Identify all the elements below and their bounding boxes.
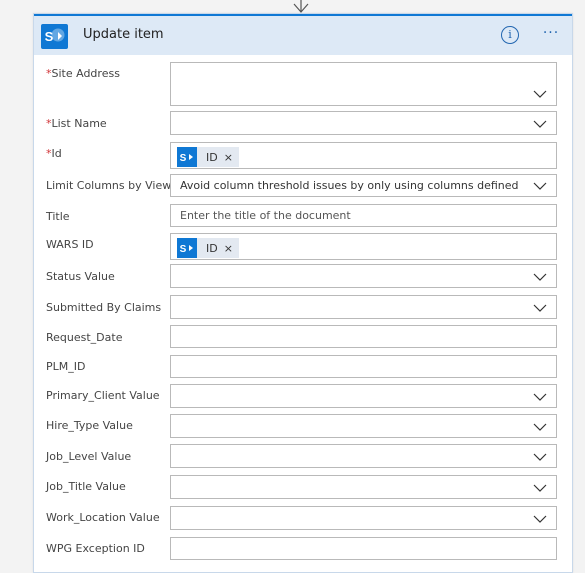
token-label: ID	[206, 150, 218, 164]
svg-text:S: S	[180, 244, 187, 255]
card-header[interactable]: S Update item i ···	[34, 14, 572, 55]
svg-text:S: S	[180, 153, 187, 164]
wars-id-dynamic-token[interactable]: S ID ×	[177, 238, 239, 258]
request-date-input[interactable]	[170, 325, 557, 348]
sharepoint-icon: S	[41, 24, 68, 49]
job-level-label: Job_Level Value	[46, 450, 132, 463]
chevron-down-icon[interactable]	[533, 273, 547, 281]
chevron-down-icon[interactable]	[533, 182, 547, 190]
chevron-down-icon[interactable]	[533, 90, 547, 98]
status-value-dropdown[interactable]	[170, 264, 557, 288]
chevron-down-icon[interactable]	[533, 484, 547, 492]
update-item-card: S Update item i ··· *Site Address *List …	[33, 13, 573, 573]
wpg-exception-input[interactable]	[170, 537, 557, 560]
more-options-button[interactable]: ···	[540, 26, 562, 42]
site-address-label: *Site Address	[46, 67, 120, 80]
plm-id-label: PLM_ID	[46, 360, 86, 373]
list-name-label: *List Name	[46, 117, 107, 130]
chevron-down-icon[interactable]	[533, 304, 547, 312]
job-level-dropdown[interactable]	[170, 444, 557, 468]
chevron-down-icon[interactable]	[533, 515, 547, 523]
chevron-down-icon[interactable]	[533, 423, 547, 431]
remove-token-icon[interactable]: ×	[224, 151, 233, 164]
ellipsis-icon: ···	[542, 25, 560, 41]
chevron-down-icon[interactable]	[533, 453, 547, 461]
title-label: Title	[46, 210, 70, 223]
id-dynamic-token[interactable]: S ID ×	[177, 147, 239, 167]
job-title-label: Job_Title Value	[46, 480, 126, 493]
wars-id-field[interactable]: S ID ×	[170, 233, 557, 260]
work-location-label: Work_Location Value	[46, 511, 160, 524]
sharepoint-icon: S	[177, 147, 197, 167]
limit-columns-label: Limit Columns by View	[46, 179, 172, 192]
work-location-dropdown[interactable]	[170, 506, 557, 530]
limit-columns-dropdown[interactable]: Avoid column threshold issues by only us…	[170, 174, 557, 197]
info-button[interactable]: i	[501, 26, 519, 44]
chevron-down-icon[interactable]	[533, 393, 547, 401]
svg-text:S: S	[45, 29, 54, 44]
hire-type-label: Hire_Type Value	[46, 419, 133, 432]
request-date-label: Request_Date	[46, 331, 123, 344]
flow-connector-arrow-icon	[293, 0, 309, 13]
primary-client-label: Primary_Client Value	[46, 389, 160, 402]
remove-token-icon[interactable]: ×	[224, 242, 233, 255]
job-title-dropdown[interactable]	[170, 475, 557, 499]
submitted-by-dropdown[interactable]	[170, 295, 557, 319]
chevron-down-icon[interactable]	[533, 120, 547, 128]
wpg-exception-label: WPG Exception ID	[46, 542, 145, 555]
wars-id-label: WARS ID	[46, 238, 94, 251]
list-name-dropdown[interactable]	[170, 111, 557, 135]
limit-columns-value: Avoid column threshold issues by only us…	[180, 179, 522, 192]
plm-id-input[interactable]	[170, 355, 557, 378]
token-label: ID	[206, 241, 218, 255]
hire-type-dropdown[interactable]	[170, 414, 557, 438]
title-input[interactable]: Enter the title of the document	[170, 204, 557, 227]
submitted-by-label: Submitted By Claims	[46, 301, 162, 314]
status-value-label: Status Value	[46, 270, 115, 283]
id-field[interactable]: S ID ×	[170, 142, 557, 169]
card-title: Update item	[83, 27, 164, 42]
sharepoint-icon: S	[177, 238, 197, 258]
title-placeholder: Enter the title of the document	[180, 209, 351, 222]
primary-client-dropdown[interactable]	[170, 384, 557, 408]
site-address-dropdown[interactable]	[170, 62, 557, 106]
info-icon: i	[508, 28, 512, 41]
id-label: *Id	[46, 147, 62, 160]
